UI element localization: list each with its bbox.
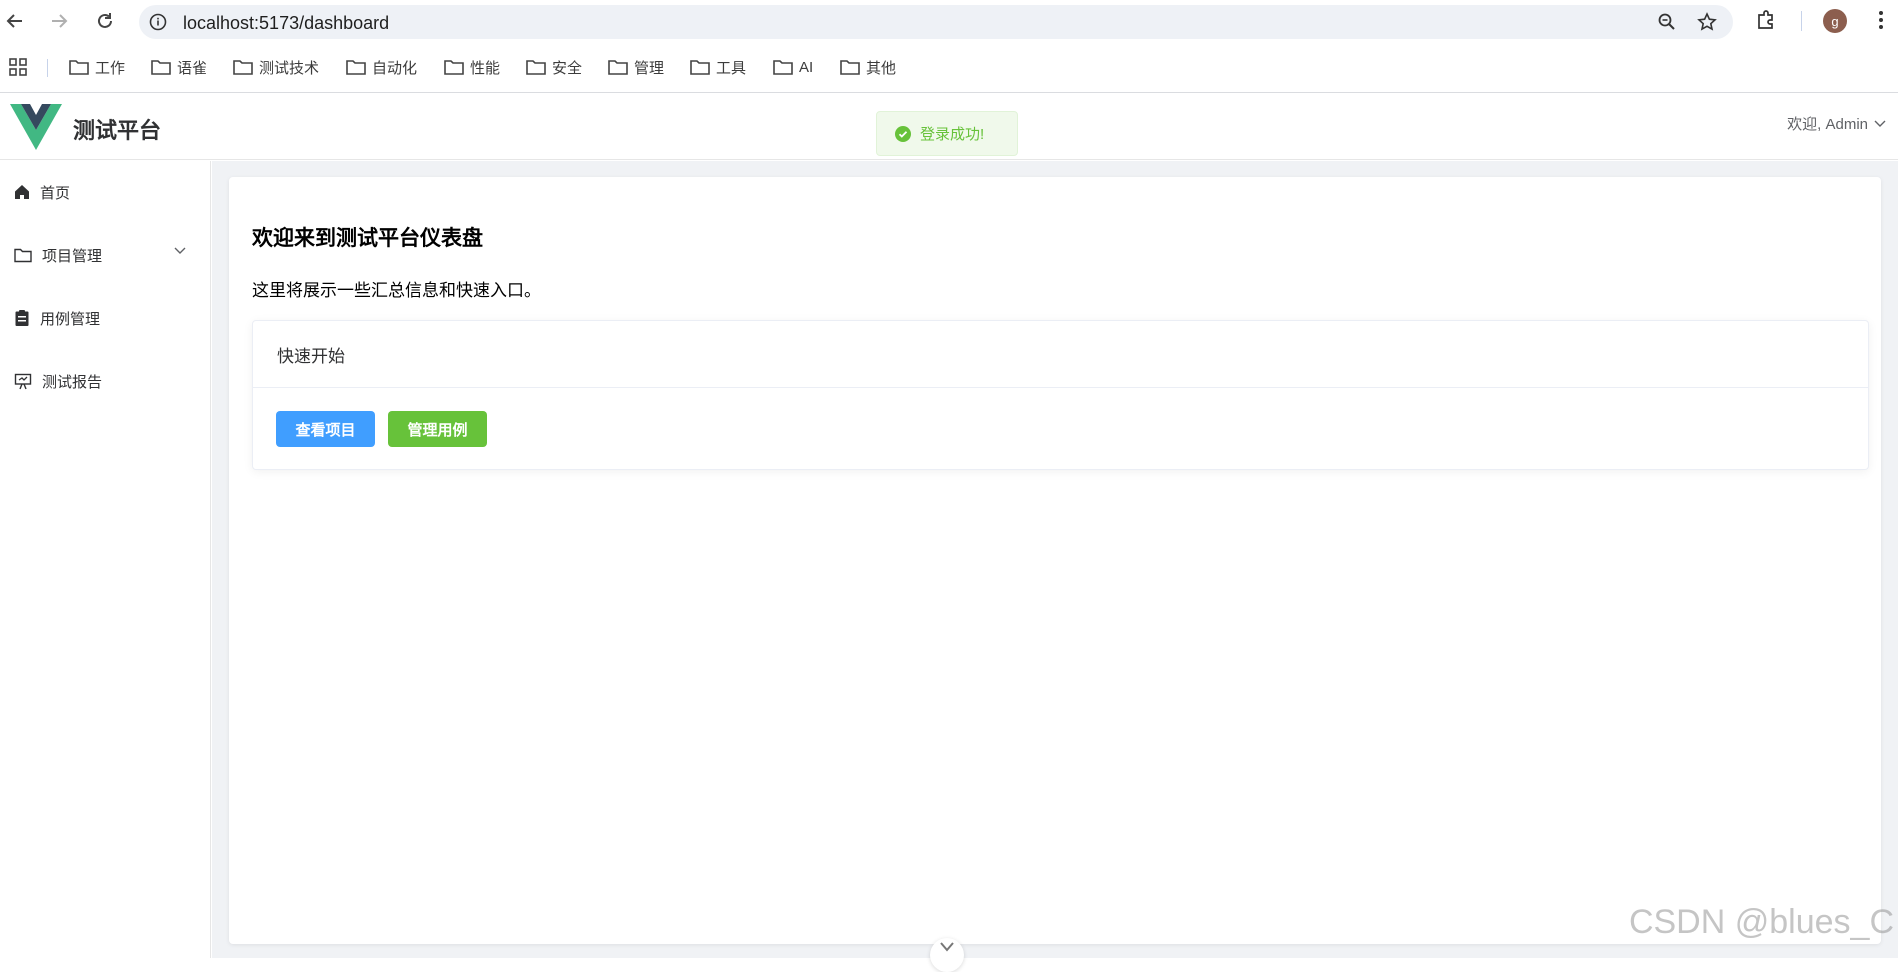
info-icon[interactable] bbox=[149, 13, 167, 31]
bookmark-label: 语雀 bbox=[177, 59, 208, 77]
toolbar-divider bbox=[1801, 11, 1802, 31]
chevron-down-icon bbox=[174, 247, 186, 254]
clipboard-icon bbox=[15, 310, 29, 326]
folder-icon bbox=[346, 60, 366, 75]
bookmarks-divider bbox=[47, 59, 48, 77]
bookmark-label: 工作 bbox=[95, 59, 126, 77]
dashboard-panel: 欢迎来到测试平台仪表盘 这里将展示一些汇总信息和快速入口。 快速开始 查看项目 … bbox=[229, 177, 1881, 944]
folder-icon bbox=[690, 60, 710, 75]
bookmark-label: 工具 bbox=[716, 59, 747, 77]
bookmark-label: 管理 bbox=[634, 59, 665, 77]
bookmark-folder[interactable]: 工具 bbox=[690, 56, 746, 78]
bookmark-folder[interactable]: 测试技术 bbox=[233, 56, 319, 78]
card-title: 快速开始 bbox=[253, 321, 1868, 388]
sidebar-item-home[interactable]: 首页 bbox=[0, 164, 210, 220]
forward-button[interactable] bbox=[47, 9, 71, 33]
folder-icon bbox=[444, 60, 464, 75]
page-title: 欢迎来到测试平台仪表盘 bbox=[252, 227, 483, 250]
folder-icon bbox=[151, 60, 171, 75]
bookmark-folder[interactable]: AI bbox=[773, 56, 813, 78]
check-circle-icon bbox=[895, 125, 911, 142]
bookmark-folder[interactable]: 其他 bbox=[840, 56, 896, 78]
bookmark-folder[interactable]: 安全 bbox=[526, 56, 582, 78]
folder-icon bbox=[840, 60, 860, 75]
sidebar-item-cases[interactable]: 用例管理 bbox=[0, 290, 210, 346]
profile-avatar[interactable]: g bbox=[1823, 9, 1847, 33]
bookmark-folder[interactable]: 管理 bbox=[608, 56, 664, 78]
sidebar-item-label: 项目管理 bbox=[42, 247, 103, 265]
bookmark-label: 性能 bbox=[470, 59, 501, 77]
vue-logo bbox=[10, 104, 62, 150]
folder-icon bbox=[773, 60, 793, 75]
address-bar[interactable]: localhost:5173/dashboard bbox=[139, 5, 1733, 39]
manage-cases-button[interactable]: 管理用例 bbox=[388, 411, 487, 447]
bookmark-label: 测试技术 bbox=[259, 59, 320, 77]
arrow-right-icon bbox=[52, 14, 68, 28]
back-button[interactable] bbox=[3, 9, 27, 33]
sidebar-item-label: 首页 bbox=[40, 184, 71, 202]
bookmark-label: 安全 bbox=[552, 59, 583, 77]
folder-icon bbox=[14, 248, 32, 262]
folder-icon bbox=[608, 60, 628, 75]
bookmark-folder[interactable]: 性能 bbox=[444, 56, 500, 78]
bookmark-folder[interactable]: 工作 bbox=[69, 56, 125, 78]
sidebar: 首页 项目管理 用例管理 测试报告 bbox=[0, 161, 211, 958]
bookmark-label: 自动化 bbox=[372, 59, 418, 77]
user-dropdown[interactable]: 欢迎, Admin bbox=[1787, 113, 1886, 134]
sidebar-item-reports[interactable]: 测试报告 bbox=[0, 353, 210, 409]
bookmark-folder[interactable]: 语雀 bbox=[151, 56, 207, 78]
bookmark-label: AI bbox=[799, 58, 814, 76]
reload-button[interactable] bbox=[93, 9, 117, 33]
folder-icon bbox=[526, 60, 546, 75]
bookmark-folder[interactable]: 自动化 bbox=[346, 56, 417, 78]
extensions-icon[interactable] bbox=[1755, 9, 1777, 31]
main-content: 欢迎来到测试平台仪表盘 这里将展示一些汇总信息和快速入口。 快速开始 查看项目 … bbox=[212, 161, 1898, 958]
zoom-icon[interactable] bbox=[1657, 12, 1677, 32]
apps-grid-icon[interactable] bbox=[9, 58, 27, 76]
more-vert-icon[interactable] bbox=[1871, 9, 1891, 31]
home-icon bbox=[15, 185, 29, 199]
url-text[interactable]: localhost:5173/dashboard bbox=[183, 13, 389, 34]
bookmark-label: 其他 bbox=[866, 59, 897, 77]
bookmarks-bar: 工作 语雀 测试技术 自动化 性能 安全 管理 工具 AI 其他 bbox=[0, 50, 1898, 84]
watermark: CSDN @blues_C bbox=[1628, 903, 1894, 941]
sidebar-item-label: 用例管理 bbox=[40, 310, 101, 328]
arrow-left-icon bbox=[6, 14, 22, 28]
toast-message: 登录成功! bbox=[920, 126, 985, 143]
chevron-down-icon bbox=[1874, 120, 1886, 127]
user-greeting: 欢迎, Admin bbox=[1787, 116, 1868, 133]
scroll-down-button[interactable] bbox=[930, 938, 964, 972]
reload-icon bbox=[98, 13, 112, 28]
view-projects-button[interactable]: 查看项目 bbox=[276, 411, 375, 447]
quick-start-card: 快速开始 查看项目 管理用例 bbox=[252, 320, 1869, 470]
success-toast: 登录成功! bbox=[876, 111, 1018, 156]
chevron-down-icon bbox=[940, 942, 954, 952]
bookmark-star-icon[interactable] bbox=[1697, 12, 1717, 32]
app-title: 测试平台 bbox=[73, 118, 162, 143]
sidebar-item-projects[interactable]: 项目管理 bbox=[0, 227, 210, 283]
page-description: 这里将展示一些汇总信息和快速入口。 bbox=[252, 281, 541, 300]
folder-icon bbox=[233, 60, 253, 75]
browser-toolbar: localhost:5173/dashboard g bbox=[0, 0, 1898, 42]
folder-icon bbox=[69, 60, 89, 75]
sidebar-item-label: 测试报告 bbox=[42, 373, 103, 391]
presentation-icon bbox=[14, 373, 32, 389]
